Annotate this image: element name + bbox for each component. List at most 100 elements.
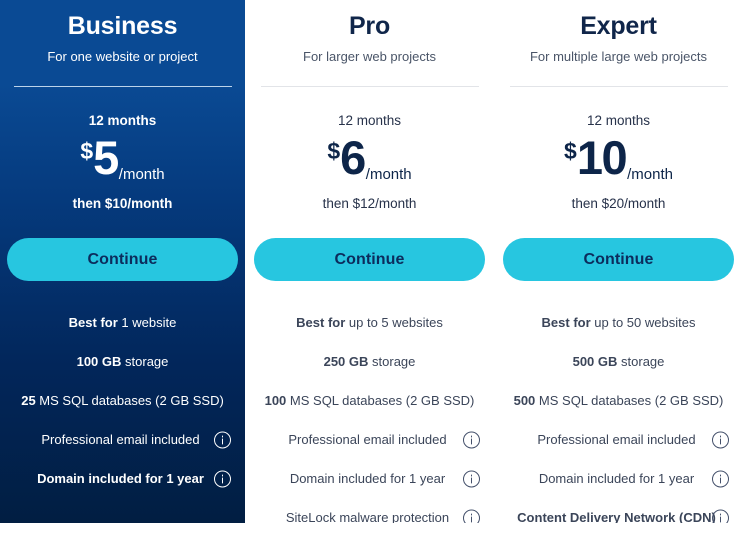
renewal-price: then $20/month <box>571 196 666 212</box>
info-icon-dot <box>719 513 722 516</box>
info-icon-dot <box>470 435 473 438</box>
feature-label: 100 GB storage <box>77 353 169 371</box>
feature-highlight: 100 <box>264 393 287 409</box>
feature-row: 100 GB storage <box>0 342 245 381</box>
feature-row: 250 GB storage <box>245 342 494 381</box>
feature-detail: Professional email included <box>288 432 447 448</box>
feature-label: Professional email included <box>288 431 450 449</box>
feature-highlight: 25 <box>21 393 36 409</box>
feature-detail: Professional email included <box>41 432 200 448</box>
info-icon[interactable] <box>463 470 480 488</box>
feature-list: Best for 1 website 100 GB storage 25 MS SQ… <box>0 303 245 498</box>
price-amount: 6 <box>340 131 366 185</box>
feature-highlight: 500 <box>513 393 536 409</box>
cta-wrap: Continue <box>494 238 743 282</box>
plan-title: Expert <box>580 12 657 40</box>
continue-button[interactable]: Continue <box>7 238 238 282</box>
info-icon-dot <box>221 435 224 438</box>
plan-card-expert: Expert For multiple large web projects 12 … <box>494 0 743 523</box>
feature-row: Professional email included <box>494 420 743 459</box>
info-icon-stem <box>470 438 473 445</box>
info-icon-stem <box>719 438 722 445</box>
feature-label: Domain included for 1 year <box>37 470 208 488</box>
price-currency: $ <box>327 138 341 165</box>
feature-row: Best for up to 50 websites <box>494 303 743 342</box>
info-icon-dot <box>221 474 224 477</box>
price-row: $10/month <box>494 131 743 187</box>
feature-detail: Professional email included <box>537 432 696 448</box>
feature-row: Domain included for 1 year <box>245 459 494 498</box>
price-row: $6/month <box>245 131 494 187</box>
feature-detail: up to 5 websites <box>345 315 443 331</box>
info-icon-stem <box>470 516 473 523</box>
info-icon[interactable] <box>712 431 729 449</box>
continue-button[interactable]: Continue <box>254 238 485 282</box>
feature-highlight: Best for <box>296 315 346 331</box>
continue-button[interactable]: Continue <box>503 238 734 282</box>
feature-row: SiteLock malware protection <box>245 498 494 523</box>
feature-row: 100 MS SQL databases (2 GB SSD) <box>245 381 494 420</box>
price-amount: 10 <box>576 131 628 185</box>
price-period: /month <box>365 166 412 184</box>
price-currency: $ <box>564 138 577 165</box>
renewal-price: then $12/month <box>322 196 417 212</box>
feature-label: Domain included for 1 year <box>539 470 698 488</box>
renewal-price: then $10/month <box>72 196 173 212</box>
info-icon[interactable] <box>712 509 729 523</box>
info-icon[interactable] <box>214 470 231 488</box>
price-block: 12 months $5/month then $10/month <box>0 113 245 212</box>
feature-detail: Domain included for 1 year <box>538 471 695 487</box>
price-amount: 5 <box>93 131 119 185</box>
feature-detail: MS SQL databases (2 GB SSD) <box>35 393 224 409</box>
price-period: /month <box>627 166 673 184</box>
feature-label: Professional email included <box>41 431 203 449</box>
feature-label: 25 MS SQL databases (2 GB SSD) <box>21 392 224 410</box>
info-icon-dot <box>470 474 473 477</box>
feature-detail: up to 50 websites <box>590 315 696 331</box>
info-icon-stem <box>719 477 722 484</box>
info-icon[interactable] <box>463 509 480 523</box>
price-block: 12 months $6/month then $12/month <box>245 113 494 212</box>
header-divider <box>13 86 232 87</box>
header-divider <box>509 86 728 87</box>
card-header: Pro For larger web projects <box>245 0 494 87</box>
feature-detail: storage <box>617 354 665 370</box>
feature-highlight: Domain included for 1 year <box>37 471 204 487</box>
feature-row: Domain included for 1 year <box>494 459 743 498</box>
price-currency: $ <box>80 138 94 165</box>
info-icon-stem <box>221 438 224 445</box>
feature-row: Domain included for 1 year <box>0 459 245 498</box>
card-header: Business For one website or project <box>0 0 245 87</box>
info-icon[interactable] <box>463 431 480 449</box>
billing-term: 12 months <box>337 113 402 128</box>
cta-wrap: Continue <box>0 238 245 282</box>
plan-subtitle: For one website or project <box>47 48 198 64</box>
feature-label: SiteLock malware protection <box>286 509 453 523</box>
feature-highlight: 250 GB <box>323 354 369 370</box>
feature-highlight: 100 GB <box>76 354 122 370</box>
feature-label: Content Delivery Network (CDN) <box>517 509 720 523</box>
plan-title: Business <box>67 12 178 40</box>
feature-detail: 1 website <box>117 315 177 331</box>
plan-subtitle: For larger web projects <box>303 48 436 64</box>
info-icon-stem <box>470 477 473 484</box>
info-icon-stem <box>719 516 722 523</box>
feature-label: 500 MS SQL databases (2 GB SSD) <box>514 392 724 410</box>
info-icon-dot <box>719 474 722 477</box>
price-row: $5/month <box>0 131 245 187</box>
feature-label: 500 GB storage <box>573 353 665 371</box>
info-icon[interactable] <box>712 470 729 488</box>
feature-label: Best for 1 website <box>69 314 177 332</box>
info-icon-dot <box>470 513 473 516</box>
billing-term: 12 months <box>586 113 651 128</box>
feature-label: Domain included for 1 year <box>290 470 449 488</box>
feature-highlight: Content Delivery Network (CDN) <box>517 510 716 523</box>
info-icon-stem <box>221 477 224 484</box>
info-icon[interactable] <box>214 431 231 449</box>
feature-row: Content Delivery Network (CDN) <box>494 498 743 523</box>
feature-list: Best for up to 50 websites 500 GB storage… <box>494 303 743 523</box>
plan-card-pro: Pro For larger web projects 12 months $6/mo… <box>245 0 494 523</box>
feature-detail: SiteLock malware protection <box>285 510 450 523</box>
header-divider <box>260 86 479 87</box>
card-header: Expert For multiple large web projects <box>494 0 743 87</box>
